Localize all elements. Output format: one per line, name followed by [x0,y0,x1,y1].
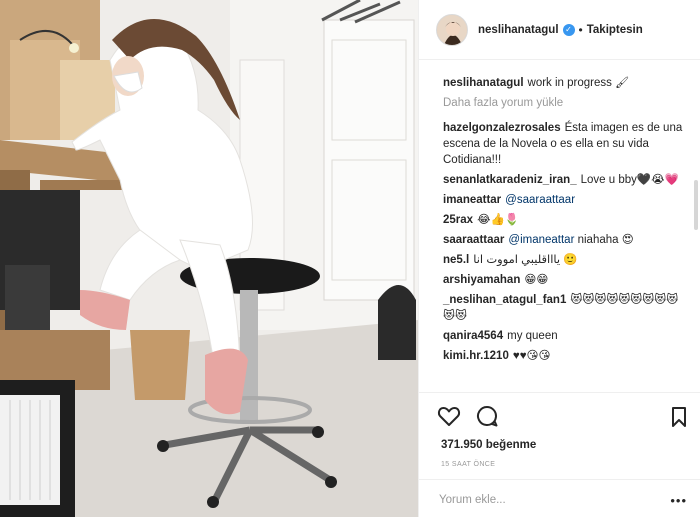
comment-text: 😂👍🌷 [477,214,520,226]
bookmark-icon[interactable] [671,407,687,427]
comment-item: senanlatkaradeniz_iran_ Love u bby🖤😭💗 [443,172,689,188]
comment-text: Love u bby🖤😭💗 [580,174,679,186]
comment-username[interactable]: kimi.hr.1210 [443,350,509,362]
caption: neslihanatagul work in progress 🖌 [443,75,689,91]
comment-text: ♥♥😘😘 [512,350,551,362]
avatar-image [437,14,467,45]
like-count[interactable]: 371.950 beğenme [441,439,536,451]
comment-username[interactable]: imaneattar [443,194,501,206]
comment-mention[interactable]: @imaneattar [508,234,574,246]
comment-mention[interactable]: @saaraattaar [505,194,575,206]
post-timestamp: 15 SAAT ÖNCE [441,461,496,468]
comment-username[interactable]: saaraattaar [443,234,504,246]
comment-input[interactable] [439,490,659,510]
caption-username[interactable]: neslihanatagul [443,77,524,89]
verified-icon: ✓ [562,23,575,36]
action-icons [437,405,499,427]
comment-item: kimi.hr.1210 ♥♥😘😘 [443,348,689,364]
comment-username[interactable]: senanlatkaradeniz_iran_ [443,174,577,186]
comment-text: ياااقليبي امووت انا 🙂 [473,254,578,266]
comment-item: qanira4564 my queen [443,328,689,344]
post-header: neslihanatagul ✓ • Takiptesin [419,0,700,60]
caption-text: work in progress [527,77,612,89]
follow-status-button[interactable]: Takiptesin [587,24,643,36]
more-icon[interactable]: ••• [670,493,687,508]
avatar[interactable] [436,13,468,46]
comment-text: niahaha 😍 [577,234,634,246]
comment-username[interactable]: arshiyamahan [443,274,520,286]
post-photo[interactable] [0,0,418,517]
comment-item: arshiyamahan 😁😁 [443,272,689,288]
comment-username[interactable]: hazelgonzalezrosales [443,122,561,134]
comment-username[interactable]: ne5.l [443,254,469,266]
comment-item: ne5.l ياااقليبي امووت انا 🙂 [443,252,689,268]
separator-dot: • [578,22,583,37]
comment-username[interactable]: 25rax [443,214,473,226]
comment-username[interactable]: _neslihan_atagul_fan1 [443,294,566,306]
comment-list: neslihanatagul work in progress 🖌 Daha fa… [419,60,700,392]
header-username[interactable]: neslihanatagul [478,24,559,36]
post-actions: 371.950 beğenme 15 SAAT ÖNCE ••• [419,392,700,517]
comment-item: 25rax 😂👍🌷 [443,212,689,228]
comment-item: imaneattar @saaraattaar [443,192,689,208]
comment-username[interactable]: qanira4564 [443,330,503,342]
comment-item: saaraattaar @imaneattar niahaha 😍 [443,232,689,248]
heart-icon[interactable] [437,405,461,427]
comment-item: _neslihan_atagul_fan1 😻😻😻😻😻😻😻😻😻😻😻 [443,292,689,324]
add-comment-bar: ••• [419,479,700,517]
comment-item: hazelgonzalezrosales Ésta imagen es de un… [443,120,689,168]
comment-text: my queen [507,330,558,342]
post-panel: neslihanatagul ✓ • Takiptesin neslihanat… [418,0,700,517]
caption-emoji: 🖌 [615,77,630,89]
comments-scrollbar[interactable] [694,180,698,230]
load-more-comments-button[interactable]: Daha fazla yorum yükle [443,95,689,111]
comment-icon[interactable] [475,405,499,427]
comment-text: 😁😁 [524,274,549,286]
post-image [0,0,418,517]
